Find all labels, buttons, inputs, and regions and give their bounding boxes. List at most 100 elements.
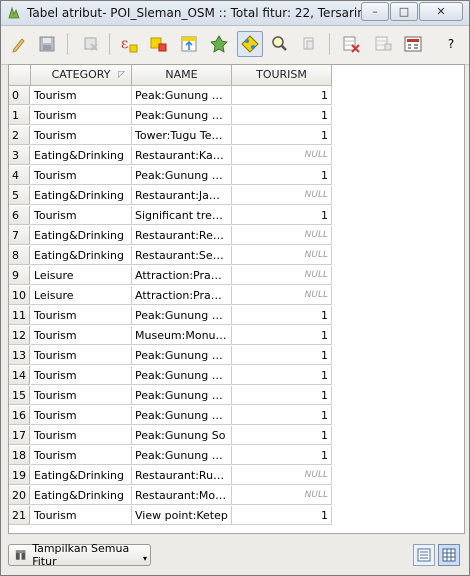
maximize-button[interactable]: □ bbox=[390, 2, 418, 21]
cell-name[interactable]: Peak:Gunung Gede bbox=[132, 386, 232, 405]
show-all-features-button[interactable]: Tampilkan Semua Fitur ▾ bbox=[8, 542, 151, 568]
invert-selection-button[interactable] bbox=[237, 31, 263, 57]
cell-name[interactable]: Peak:Gunung So bbox=[132, 426, 232, 445]
delete-column-button[interactable] bbox=[339, 32, 363, 56]
row-number[interactable]: 5 bbox=[9, 186, 30, 205]
cell-tourism[interactable]: 1 bbox=[232, 446, 332, 465]
row-number[interactable]: 20 bbox=[9, 486, 30, 505]
form-view-button[interactable] bbox=[413, 544, 435, 566]
new-column-button[interactable] bbox=[371, 32, 395, 56]
cell-tourism[interactable]: NULL bbox=[232, 266, 332, 285]
column-header-tourism[interactable]: TOURISM bbox=[232, 65, 332, 86]
minimize-button[interactable]: – bbox=[361, 2, 389, 21]
cell-category[interactable]: Eating&Drinking bbox=[31, 146, 132, 165]
copy-rows-button[interactable] bbox=[297, 32, 321, 56]
cell-name[interactable]: Tower:Tugu Tekni... bbox=[132, 126, 232, 145]
row-number[interactable]: 14 bbox=[9, 366, 30, 385]
cell-category[interactable]: Leisure bbox=[31, 266, 132, 285]
cell-tourism[interactable]: 1 bbox=[232, 366, 332, 385]
cell-category[interactable]: Tourism bbox=[31, 306, 132, 325]
cell-category[interactable]: Tourism bbox=[31, 326, 132, 345]
pan-to-selected-button[interactable] bbox=[207, 32, 231, 56]
cell-category[interactable]: Tourism bbox=[31, 106, 132, 125]
cell-name[interactable]: Peak:Gunung But... bbox=[132, 166, 232, 185]
cell-category[interactable]: Tourism bbox=[31, 506, 132, 525]
cell-tourism[interactable]: 1 bbox=[232, 166, 332, 185]
row-number[interactable]: 0 bbox=[9, 86, 30, 105]
cell-tourism[interactable]: NULL bbox=[232, 286, 332, 305]
cell-name[interactable]: Restaurant:Rest... bbox=[132, 226, 232, 245]
cell-name[interactable]: Peak:Gunung Curu bbox=[132, 86, 232, 105]
row-number[interactable]: 17 bbox=[9, 426, 30, 445]
cell-name[interactable]: Peak:Gunung Ge... bbox=[132, 346, 232, 365]
corner-header[interactable] bbox=[9, 65, 31, 86]
row-number[interactable]: 12 bbox=[9, 326, 30, 345]
cell-name[interactable]: Restaurant:Sede... bbox=[132, 246, 232, 265]
cell-name[interactable]: Peak:Gunung Wu... bbox=[132, 366, 232, 385]
toggle-editing-button[interactable] bbox=[7, 32, 31, 56]
cell-tourism[interactable]: 1 bbox=[232, 386, 332, 405]
row-number[interactable]: 6 bbox=[9, 206, 30, 225]
cell-category[interactable]: Eating&Drinking bbox=[31, 466, 132, 485]
cell-tourism[interactable]: 1 bbox=[232, 346, 332, 365]
cell-tourism[interactable]: NULL bbox=[232, 486, 332, 505]
row-number[interactable]: 11 bbox=[9, 306, 30, 325]
cell-name[interactable]: Restaurant:Jamb... bbox=[132, 186, 232, 205]
cell-category[interactable]: Eating&Drinking bbox=[31, 186, 132, 205]
save-edits-button[interactable] bbox=[35, 32, 59, 56]
select-all-button[interactable] bbox=[147, 32, 171, 56]
row-number[interactable]: 19 bbox=[9, 466, 30, 485]
cell-category[interactable]: Tourism bbox=[31, 166, 132, 185]
cell-name[interactable]: Peak:Gunung Ng... bbox=[132, 446, 232, 465]
cell-category[interactable]: Tourism bbox=[31, 446, 132, 465]
cell-category[interactable]: Eating&Drinking bbox=[31, 246, 132, 265]
cell-tourism[interactable]: 1 bbox=[232, 426, 332, 445]
cell-tourism[interactable]: NULL bbox=[232, 466, 332, 485]
row-number[interactable]: 13 bbox=[9, 346, 30, 365]
cell-name[interactable]: Peak:Gunung Siw... bbox=[132, 406, 232, 425]
cell-tourism[interactable]: 1 bbox=[232, 326, 332, 345]
move-selection-to-top-button[interactable] bbox=[177, 32, 201, 56]
select-by-expression-button[interactable]: ε bbox=[117, 32, 141, 56]
cell-tourism[interactable]: NULL bbox=[232, 186, 332, 205]
help-button[interactable]: ? bbox=[439, 32, 463, 56]
cell-tourism[interactable]: 1 bbox=[232, 86, 332, 105]
cell-name[interactable]: Attraction:Pramb... bbox=[132, 266, 232, 285]
close-button[interactable]: ✕ bbox=[419, 2, 463, 21]
row-number[interactable]: 10 bbox=[9, 286, 30, 305]
row-number[interactable]: 15 bbox=[9, 386, 30, 405]
cell-category[interactable]: Eating&Drinking bbox=[31, 226, 132, 245]
delete-selected-button[interactable] bbox=[79, 32, 103, 56]
table-view-button[interactable] bbox=[438, 544, 460, 566]
row-number[interactable]: 1 bbox=[9, 106, 30, 125]
row-number[interactable]: 16 bbox=[9, 406, 30, 425]
cell-tourism[interactable]: 1 bbox=[232, 126, 332, 145]
cell-tourism[interactable]: 1 bbox=[232, 306, 332, 325]
cell-tourism[interactable]: 1 bbox=[232, 406, 332, 425]
cell-category[interactable]: Leisure bbox=[31, 286, 132, 305]
cell-name[interactable]: Attraction:Pramb... bbox=[132, 286, 232, 305]
row-number[interactable]: 2 bbox=[9, 126, 30, 145]
cell-category[interactable]: Tourism bbox=[31, 406, 132, 425]
cell-tourism[interactable]: 1 bbox=[232, 106, 332, 125]
cell-category[interactable]: Tourism bbox=[31, 206, 132, 225]
cell-name[interactable]: Restaurant:Moro... bbox=[132, 486, 232, 505]
column-header-category[interactable]: CATEGORY ◸ bbox=[31, 65, 132, 86]
cell-name[interactable]: Museum:Monume... bbox=[132, 326, 232, 345]
cell-category[interactable]: Tourism bbox=[31, 346, 132, 365]
cell-name[interactable]: Peak:Gunung Pat... bbox=[132, 306, 232, 325]
row-number[interactable]: 8 bbox=[9, 246, 30, 265]
cell-tourism[interactable]: NULL bbox=[232, 246, 332, 265]
row-number[interactable]: 4 bbox=[9, 166, 30, 185]
cell-tourism[interactable]: NULL bbox=[232, 226, 332, 245]
title-bar[interactable]: Tabel atribut- POI_Sleman_OSM :: Total f… bbox=[1, 1, 469, 26]
cell-category[interactable]: Eating&Drinking bbox=[31, 486, 132, 505]
zoom-to-selected-button[interactable] bbox=[267, 32, 291, 56]
cell-category[interactable]: Tourism bbox=[31, 86, 132, 105]
field-calculator-button[interactable] bbox=[401, 32, 425, 56]
row-number[interactable]: 7 bbox=[9, 226, 30, 245]
row-number[interactable]: 3 bbox=[9, 146, 30, 165]
cell-tourism[interactable]: NULL bbox=[232, 146, 332, 165]
cell-category[interactable]: Tourism bbox=[31, 386, 132, 405]
row-number[interactable]: 18 bbox=[9, 446, 30, 465]
